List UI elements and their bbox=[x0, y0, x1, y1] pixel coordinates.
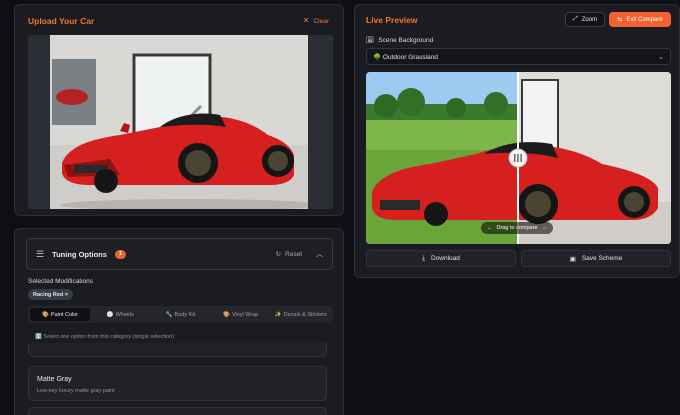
upload-title: Upload Your Car bbox=[28, 16, 95, 26]
option-description: Low-key luxury matte gray paint bbox=[37, 388, 115, 394]
clear-button[interactable]: ✕ Clear bbox=[303, 17, 329, 25]
modification-count-badge: 1 bbox=[114, 249, 126, 259]
uploaded-image-frame[interactable] bbox=[28, 35, 333, 209]
download-button[interactable]: ⤓ Download bbox=[366, 250, 516, 267]
drag-to-compare-hint: ← Drag to compare → bbox=[481, 222, 553, 234]
selected-modifications-label: Selected Modifications bbox=[28, 278, 94, 285]
download-icon: ⤓ bbox=[422, 254, 425, 262]
option-matte-gray[interactable]: Matte Gray Low-key luxury matte gray pai… bbox=[28, 366, 327, 401]
preview-title: Live Preview bbox=[366, 15, 418, 25]
tab-decals-stickers[interactable]: ✨ Decals & Stickers bbox=[271, 308, 331, 321]
save-scheme-button[interactable]: ▣ Save Scheme bbox=[521, 250, 671, 267]
upload-panel: Upload Your Car ✕ Clear bbox=[14, 4, 344, 216]
expand-icon: ⤢ bbox=[572, 16, 578, 22]
chevron-up-icon[interactable]: ︿ bbox=[316, 249, 323, 259]
reset-icon: ↻ bbox=[275, 251, 282, 258]
tuning-options-header[interactable]: ☰ Tuning Options 1 ↻ Reset ︿ bbox=[26, 238, 333, 270]
category-tabs: 🎨 Paint Color ⚪ Wheels 🔧 Body Kit 🎨 Viny… bbox=[28, 306, 333, 323]
close-icon: ✕ bbox=[302, 16, 310, 25]
tuning-title: Tuning Options bbox=[52, 249, 107, 259]
swap-icon: ⇆ bbox=[617, 17, 623, 23]
compare-view[interactable]: ← Drag to compare → bbox=[366, 72, 671, 244]
list-icon: ☰ bbox=[36, 248, 45, 259]
scene-background-select[interactable]: 🌳 Outdoor Grassland ⌄ bbox=[366, 48, 671, 65]
compare-illustration bbox=[366, 72, 671, 244]
reset-button[interactable]: ↻ Reset bbox=[275, 250, 302, 259]
zoom-button[interactable]: ⤢ Zoom bbox=[565, 12, 605, 27]
car-photo-illustration bbox=[50, 35, 308, 209]
palette-icon: 🎨 bbox=[42, 311, 49, 318]
tab-vinyl-wrap[interactable]: 🎨 Vinyl Wrap bbox=[211, 308, 271, 321]
arrow-right-icon: → bbox=[541, 225, 547, 231]
image-icon: 🖼 bbox=[366, 37, 375, 44]
option-title: Matte Gray bbox=[37, 376, 72, 383]
selection-hint: ℹ️ Select one option from this category … bbox=[35, 334, 174, 340]
upload-header: Upload Your Car ✕ Clear bbox=[28, 15, 329, 27]
selected-modification-chip[interactable]: Racing Red × bbox=[28, 289, 73, 300]
tab-wheels[interactable]: ⚪ Wheels bbox=[90, 308, 150, 321]
save-icon: ▣ bbox=[569, 255, 576, 263]
live-preview-panel: Live Preview ⤢ Zoom ⇆ Exit Compare 🖼 Sce… bbox=[354, 4, 680, 278]
uploaded-car-photo bbox=[50, 35, 308, 209]
sparkles-icon: ✨ bbox=[274, 311, 282, 318]
tab-paint-color[interactable]: 🎨 Paint Color bbox=[30, 308, 91, 321]
tab-body-kit[interactable]: 🔧 Body Kit bbox=[150, 308, 210, 321]
reset-label: Reset bbox=[285, 250, 302, 258]
list-item[interactable] bbox=[28, 343, 327, 357]
arrow-left-icon: ← bbox=[487, 225, 493, 231]
list-item[interactable] bbox=[28, 407, 327, 415]
scene-value: 🌳 Outdoor Grassland bbox=[373, 53, 438, 61]
wheel-icon: ⚪ bbox=[106, 311, 114, 318]
scene-background-label: 🖼 Scene Background bbox=[366, 36, 434, 45]
chevron-down-icon: ⌄ bbox=[658, 53, 664, 61]
wrench-icon: 🔧 bbox=[165, 311, 173, 318]
tuning-panel: ☰ Tuning Options 1 ↻ Reset ︿ Selected Mo… bbox=[14, 228, 344, 415]
palette-icon: 🎨 bbox=[223, 311, 230, 318]
clear-label: Clear bbox=[313, 17, 329, 25]
exit-compare-button[interactable]: ⇆ Exit Compare bbox=[609, 12, 671, 27]
